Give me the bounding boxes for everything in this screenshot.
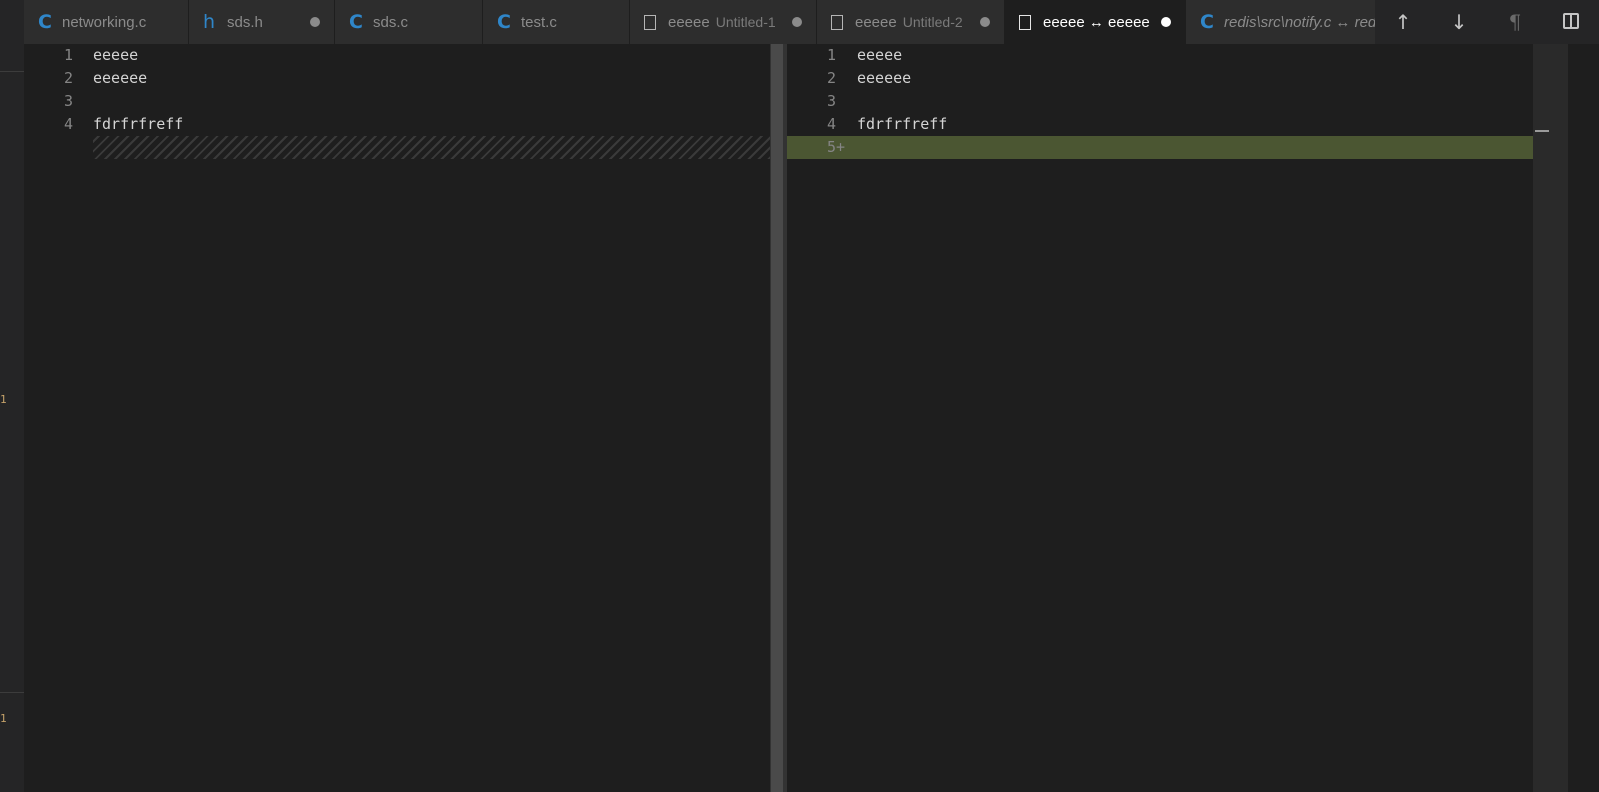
split-editor-button[interactable]	[1556, 10, 1586, 34]
tab-diff-eeeee[interactable]: eeeee ↔ eeeee	[1005, 0, 1186, 44]
c-file-icon: C	[497, 11, 511, 33]
tab-untitled-2[interactable]: eeeee Untitled-2	[817, 0, 1005, 44]
tab-label: eeeee	[668, 13, 710, 31]
line-number: 1	[827, 46, 837, 64]
code-line[interactable]: eeeeee	[857, 67, 911, 90]
file-icon	[644, 14, 656, 30]
code-line[interactable]: eeeee	[93, 44, 138, 67]
previous-change-button[interactable]: ↑	[1388, 10, 1418, 34]
tab-label: eeeee	[855, 13, 897, 31]
tab-description: Untitled-1	[715, 14, 776, 30]
editor-actions-toolbar: ↑ ↓ ¶	[1375, 0, 1599, 44]
tab-networking-c[interactable]: C networking.c	[24, 0, 189, 44]
line-number: 3	[827, 92, 837, 110]
split-editor-icon	[1563, 13, 1579, 29]
tab-label: eeeee ↔ eeeee	[1043, 13, 1150, 31]
editor-tab-bar: C networking.c h sds.h C sds.c C test.c …	[24, 0, 1599, 44]
tab-label: networking.c	[62, 13, 147, 31]
diff-overview-sash[interactable]	[771, 44, 783, 792]
diff-modified-pane[interactable]: 1 eeeee 2 eeeeee 3 4 fdrfrfreff 5+	[787, 44, 1533, 792]
unsaved-dot-icon[interactable]	[980, 17, 990, 27]
strip-divider	[0, 71, 24, 72]
line-number: 3	[64, 92, 74, 110]
line-number: 2	[64, 69, 74, 87]
code-line[interactable]: fdrfrfreff	[857, 113, 947, 136]
line-number: 1	[64, 46, 74, 64]
tab-description: Untitled-2	[902, 14, 963, 30]
strip-badge: 1	[0, 393, 7, 406]
strip-divider	[0, 692, 24, 693]
file-icon	[1019, 14, 1031, 30]
unsaved-dot-icon[interactable]	[310, 17, 320, 27]
line-number: 4	[64, 115, 74, 133]
tab-label: redis\src\notify.c ↔ red	[1224, 13, 1377, 31]
diff-divider[interactable]	[770, 44, 787, 792]
next-change-button[interactable]: ↓	[1444, 10, 1474, 34]
line-number: 2	[827, 69, 837, 87]
strip-badge: 1	[0, 712, 7, 725]
line-number-inserted: 5+	[827, 138, 846, 156]
file-icon	[831, 14, 843, 30]
tab-label: sds.c	[373, 13, 409, 31]
tab-label: sds.h	[227, 13, 263, 31]
unsaved-dot-icon[interactable]	[1161, 17, 1171, 27]
code-line[interactable]: eeeeee	[93, 67, 147, 90]
cursor-position-marker	[1535, 130, 1549, 132]
activity-strip: 1 1	[0, 0, 24, 792]
tab-label: test.c	[521, 13, 557, 31]
tab-sds-c[interactable]: C sds.c	[335, 0, 483, 44]
code-line[interactable]: fdrfrfreff	[93, 113, 183, 136]
code-line[interactable]: eeeee	[857, 44, 902, 67]
tab-sds-h[interactable]: h sds.h	[189, 0, 335, 44]
tab-test-c[interactable]: C test.c	[483, 0, 630, 44]
toggle-whitespace-button[interactable]: ¶	[1500, 10, 1530, 34]
unsaved-dot-icon[interactable]	[792, 17, 802, 27]
line-number: 4	[827, 115, 837, 133]
editor-edge	[1568, 44, 1599, 792]
diff-placeholder-hatch	[93, 136, 770, 159]
h-file-icon: h	[203, 11, 216, 33]
c-file-icon: C	[38, 11, 52, 33]
diff-original-pane[interactable]: 1 eeeee 2 eeeeee 3 4 fdrfrfreff	[24, 44, 770, 792]
c-file-icon: C	[349, 11, 363, 33]
inserted-line-highlight	[787, 136, 1533, 159]
tab-diff-notify-c[interactable]: C redis\src\notify.c ↔ red	[1186, 0, 1378, 44]
c-file-icon: C	[1200, 11, 1214, 33]
vertical-scrollbar[interactable]	[1533, 44, 1568, 792]
tab-untitled-1[interactable]: eeeee Untitled-1	[630, 0, 817, 44]
